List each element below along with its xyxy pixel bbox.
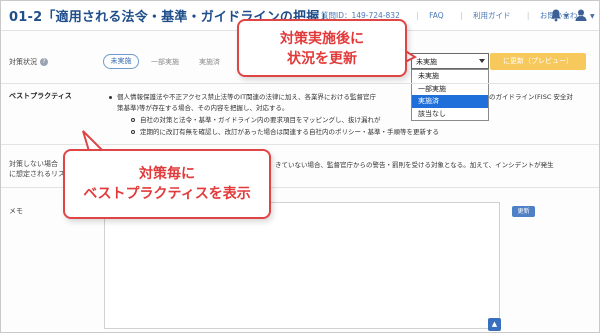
status-option-not-done[interactable]: 未実施 [103,54,139,69]
status-option-done[interactable]: 実施済 [199,57,220,67]
dropdown-option[interactable]: 未実施 [412,70,488,83]
best-practice-subitem: 自社の対策と法令・基準・ガイドライン内の要求項目をマッピングし、抜け漏れが [131,114,381,124]
bullet-icon [109,95,112,99]
best-practice-subitem-text: 定期的に改訂有無を確認し、改訂があった場合は関連する自社内のポリシー・基準・手順… [140,128,439,136]
callout-text: 対策実施後に [280,31,364,47]
circle-bullet-icon [131,130,135,134]
update-preview-button[interactable]: に更新（プレビュー） [490,53,586,70]
best-practice-text: 個人情報保護法や不正アクセス禁止法等のIT関連の法律に加え、各業界における監督官… [117,93,377,101]
header-divider: | [416,11,419,20]
memo-label: メモ [9,207,23,215]
memo-update-button[interactable]: 更新 [512,206,535,217]
dropdown-option-selected[interactable]: 実施済 [412,95,488,108]
best-practice-text: 策基準)等が存在する場合、その内容を把握し、対応する。 [117,104,289,112]
status-select[interactable]: 未実施 [411,53,489,69]
status-select-value: 未実施 [416,58,437,66]
header-divider: | [460,11,463,20]
callout-text: 対策毎に [139,166,195,182]
status-dropdown-list[interactable]: 未実施 一部実施 実施済 該当なし [411,69,489,121]
dropdown-arrow-icon [479,59,485,63]
status-label: 対策状況? [9,57,48,67]
best-practice-subitem: 定期的に改訂有無を確認し、改訂があった場合は関連する自社内のポリシー・基準・手順… [131,126,439,136]
chevron-down-icon[interactable]: ▼ [564,13,569,20]
manual-link[interactable]: 利用ガイド [473,11,511,20]
header-divider: | [526,11,530,20]
dropdown-option[interactable]: 一部実施 [412,83,488,96]
callout-best-practice: 対策毎に ベストプラクティスを表示 [63,149,271,219]
status-option-partial[interactable]: 一部実施 [151,57,179,67]
chevron-up-icon[interactable]: ▲ [488,318,501,331]
help-icon[interactable]: ? [40,58,48,66]
callout-update-status: 対策実施後に 状況を更新 [237,19,407,77]
best-practice-item: 個人情報保護法や不正アクセス禁止法等のIT関連の法律に加え、各業界における監督官… [109,91,376,101]
callout-text: 状況を更新 [287,51,357,67]
app-window: 01-2「適用される法令・基準・ガイドラインの把握」 質問ID：149-724-… [0,0,600,333]
faq-link[interactable]: FAQ [429,11,444,20]
callout-text: ベストプラクティスを表示 [83,186,251,202]
risk-text: きていない場合、監督官庁からの警告・罰則を受ける対象となる。加えて、インシデント… [275,161,554,169]
dropdown-option[interactable]: 該当なし [412,108,488,121]
status-label-text: 対策状況 [9,58,37,66]
best-practice-text-end: のガイドライン(FISC 安全対 [489,93,573,101]
best-practice-subitem-text: 自社の対策と法令・基準・ガイドライン内の要求項目をマッピングし、抜け漏れが [140,116,381,124]
bell-icon[interactable] [549,8,563,22]
chevron-down-icon[interactable]: ▼ [590,13,595,20]
best-practice-label: ベストプラクティス [9,92,72,100]
memo-textarea[interactable] [104,202,500,329]
user-icon[interactable] [574,8,588,22]
circle-bullet-icon [131,118,135,122]
divider [1,83,599,84]
